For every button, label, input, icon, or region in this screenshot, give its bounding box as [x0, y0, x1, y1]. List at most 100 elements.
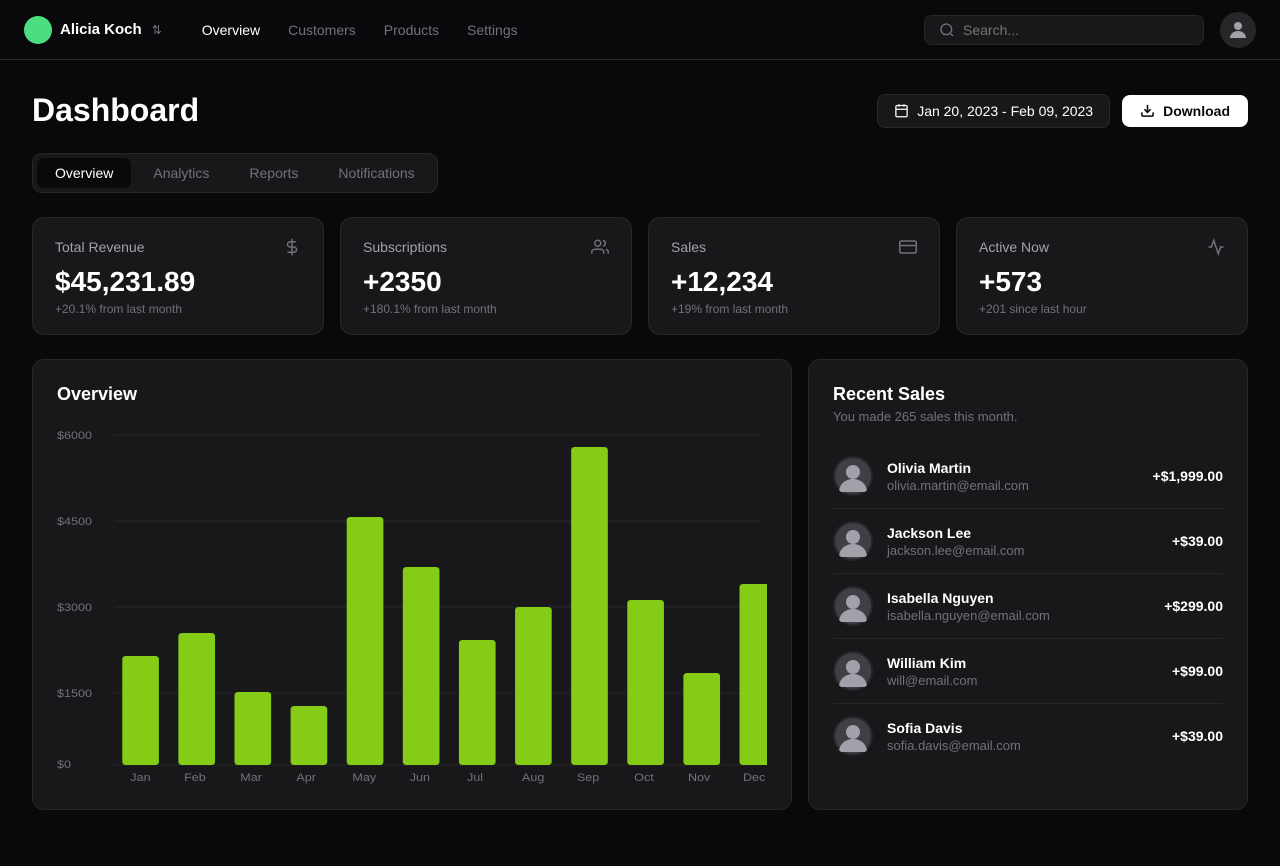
svg-text:Feb: Feb — [184, 771, 206, 784]
dashboard-tabs: Overview Analytics Reports Notifications — [32, 153, 438, 193]
sale-avatar-isabella — [833, 586, 873, 626]
search-input[interactable] — [963, 22, 1189, 38]
svg-text:$1500: $1500 — [57, 687, 92, 700]
bar-chart-svg: $6000 $4500 $3000 $1500 $0 — [57, 425, 767, 785]
sale-avatar-sofia — [833, 716, 873, 756]
sale-item-olivia: Olivia Martin olivia.martin@email.com +$… — [833, 444, 1223, 509]
search-icon — [939, 22, 955, 38]
tab-notifications[interactable]: Notifications — [320, 158, 432, 188]
date-range-button[interactable]: Jan 20, 2023 - Feb 09, 2023 — [877, 94, 1110, 128]
dollar-icon — [283, 238, 301, 256]
svg-text:Jun: Jun — [410, 771, 430, 784]
stat-card-subs-label: Subscriptions — [363, 239, 447, 255]
download-label: Download — [1163, 103, 1230, 119]
stat-card-sales-value: +12,234 — [671, 266, 917, 298]
stat-card-active-header: Active Now — [979, 238, 1225, 256]
sale-name-william: William Kim — [887, 655, 1158, 671]
recent-sales-card: Recent Sales You made 265 sales this mon… — [808, 359, 1248, 810]
svg-text:Oct: Oct — [634, 771, 654, 784]
sale-amount-isabella: +$299.00 — [1164, 598, 1223, 614]
sale-info-sofia: Sofia Davis sofia.davis@email.com — [887, 720, 1158, 753]
nav-links: Overview Customers Products Settings — [202, 22, 892, 38]
sale-amount-william: +$99.00 — [1172, 663, 1223, 679]
stat-card-revenue-label: Total Revenue — [55, 239, 145, 255]
stat-card-subs-sub: +180.1% from last month — [363, 302, 609, 316]
svg-text:Mar: Mar — [240, 771, 262, 784]
date-range-label: Jan 20, 2023 - Feb 09, 2023 — [917, 103, 1093, 119]
brand-name: Alicia Koch — [60, 21, 142, 38]
sale-info-isabella: Isabella Nguyen isabella.nguyen@email.co… — [887, 590, 1150, 623]
svg-text:Apr: Apr — [296, 771, 316, 784]
sale-amount-olivia: +$1,999.00 — [1153, 468, 1223, 484]
nav-link-products[interactable]: Products — [384, 22, 439, 38]
sale-avatar-jackson — [833, 521, 873, 561]
navbar: Alicia Koch ⇅ Overview Customers Product… — [0, 0, 1280, 60]
stat-card-sales-sub: +19% from last month — [671, 302, 917, 316]
main-content: Dashboard Jan 20, 2023 - Feb 09, 2023 Do… — [0, 60, 1280, 834]
page-title: Dashboard — [32, 92, 199, 129]
sale-email-jackson: jackson.lee@email.com — [887, 543, 1158, 558]
stat-card-active: Active Now +573 +201 since last hour — [956, 217, 1248, 335]
stat-cards: Total Revenue $45,231.89 +20.1% from las… — [32, 217, 1248, 335]
svg-text:Sep: Sep — [577, 771, 600, 784]
download-button[interactable]: Download — [1122, 95, 1248, 127]
chart-area: $6000 $4500 $3000 $1500 $0 — [57, 425, 767, 785]
sale-avatar-william — [833, 651, 873, 691]
search-box[interactable] — [924, 15, 1204, 45]
svg-text:Aug: Aug — [522, 771, 544, 784]
nav-right — [924, 12, 1256, 48]
nav-link-customers[interactable]: Customers — [288, 22, 356, 38]
brand-logo — [24, 16, 52, 44]
brand-chevron-icon: ⇅ — [152, 23, 162, 37]
svg-text:$6000: $6000 — [57, 429, 92, 442]
stat-card-subscriptions: Subscriptions +2350 +180.1% from last mo… — [340, 217, 632, 335]
svg-text:$0: $0 — [57, 758, 71, 771]
sale-name-jackson: Jackson Lee — [887, 525, 1158, 541]
calendar-icon — [894, 103, 909, 118]
chart-card: Overview $6000 $4500 $3000 $1500 $0 — [32, 359, 792, 810]
pulse-icon — [1207, 238, 1225, 256]
sale-name-olivia: Olivia Martin — [887, 460, 1139, 476]
tab-analytics[interactable]: Analytics — [135, 158, 227, 188]
sale-name-isabella: Isabella Nguyen — [887, 590, 1150, 606]
user-avatar[interactable] — [1220, 12, 1256, 48]
stat-card-revenue: Total Revenue $45,231.89 +20.1% from las… — [32, 217, 324, 335]
stat-card-active-sub: +201 since last hour — [979, 302, 1225, 316]
sale-item-jackson: Jackson Lee jackson.lee@email.com +$39.0… — [833, 509, 1223, 574]
stat-card-revenue-value: $45,231.89 — [55, 266, 301, 298]
tab-overview[interactable]: Overview — [37, 158, 131, 188]
svg-text:May: May — [352, 771, 376, 784]
nav-link-overview[interactable]: Overview — [202, 22, 260, 38]
chart-title: Overview — [57, 384, 767, 405]
stat-card-revenue-header: Total Revenue — [55, 238, 301, 256]
sale-email-sofia: sofia.davis@email.com — [887, 738, 1158, 753]
sale-info-william: William Kim will@email.com — [887, 655, 1158, 688]
sale-amount-jackson: +$39.00 — [1172, 533, 1223, 549]
sale-item-sofia: Sofia Davis sofia.davis@email.com +$39.0… — [833, 704, 1223, 768]
svg-text:$3000: $3000 — [57, 601, 92, 614]
recent-sales-title: Recent Sales — [833, 384, 1223, 405]
sale-item-isabella: Isabella Nguyen isabella.nguyen@email.co… — [833, 574, 1223, 639]
stat-card-sales-label: Sales — [671, 239, 706, 255]
sale-info-olivia: Olivia Martin olivia.martin@email.com — [887, 460, 1139, 493]
recent-sales-subtitle: You made 265 sales this month. — [833, 409, 1223, 424]
header-actions: Jan 20, 2023 - Feb 09, 2023 Download — [877, 94, 1248, 128]
stat-card-sales-header: Sales — [671, 238, 917, 256]
svg-text:$4500: $4500 — [57, 515, 92, 528]
tab-reports[interactable]: Reports — [231, 158, 316, 188]
sale-item-william: William Kim will@email.com +$99.00 — [833, 639, 1223, 704]
sale-email-william: will@email.com — [887, 673, 1158, 688]
stat-card-subs-value: +2350 — [363, 266, 609, 298]
sale-avatar-olivia — [833, 456, 873, 496]
download-icon — [1140, 103, 1155, 118]
card-icon — [899, 238, 917, 256]
svg-text:Nov: Nov — [688, 771, 710, 784]
sale-email-isabella: isabella.nguyen@email.com — [887, 608, 1150, 623]
nav-link-settings[interactable]: Settings — [467, 22, 518, 38]
stat-card-sales: Sales +12,234 +19% from last month — [648, 217, 940, 335]
brand[interactable]: Alicia Koch ⇅ — [24, 16, 162, 44]
users-icon — [591, 238, 609, 256]
stat-card-active-label: Active Now — [979, 239, 1049, 255]
bottom-grid: Overview $6000 $4500 $3000 $1500 $0 — [32, 359, 1248, 810]
stat-card-subs-header: Subscriptions — [363, 238, 609, 256]
